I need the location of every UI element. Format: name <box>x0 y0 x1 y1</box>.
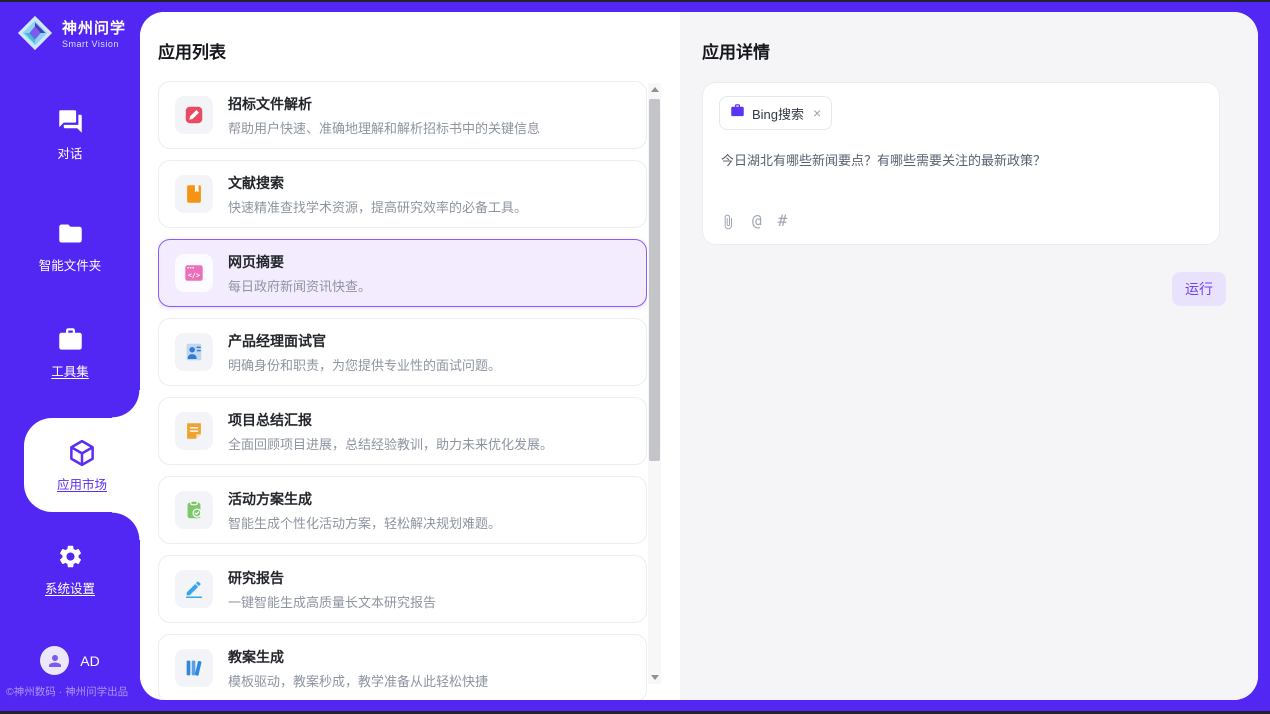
app-card-desc: 明确身份和职责，为您提供专业性的面试问题。 <box>228 355 501 374</box>
app-card-desc: 帮助用户快速、准确地理解和解析招标书中的关键信息 <box>228 118 540 137</box>
toolbox-icon <box>57 326 84 353</box>
app-detail-title: 应用详情 <box>702 38 770 63</box>
folder-icon <box>57 220 84 247</box>
svg-text:</>: </> <box>188 272 200 280</box>
app-card-desc: 智能生成个性化活动方案，轻松解决规划难题。 <box>228 513 501 532</box>
briefcase-icon <box>730 103 745 123</box>
scrollbar-thumb[interactable] <box>649 99 660 461</box>
app-logo: 神州问学 Smart Vision <box>16 14 126 57</box>
app-card[interactable]: 文献搜索快速精准查找学术资源，提高研究效率的必备工具。 <box>158 160 647 228</box>
sidebar-item-label: 应用市场 <box>57 474 107 493</box>
chat-icon <box>57 108 84 135</box>
app-card-desc: 模板驱动，教案秒成，教学准备从此轻松快捷 <box>228 671 488 690</box>
report-note-icon <box>175 412 213 450</box>
book-icon <box>175 175 213 213</box>
sidebar-item-label: 工具集 <box>51 361 89 380</box>
sidebar-item-settings[interactable]: 系统设置 <box>0 543 140 597</box>
app-card-title: 网页摘要 <box>228 252 371 272</box>
app-card[interactable]: 活动方案生成智能生成个性化活动方案，轻松解决规划难题。 <box>158 476 647 544</box>
user-name: AD <box>80 653 99 669</box>
app-card-list: 招标文件解析帮助用户快速、准确地理解和解析招标书中的关键信息文献搜索快速精准查找… <box>158 81 647 700</box>
mention-icon[interactable]: @ <box>752 213 762 231</box>
hash-icon[interactable]: # <box>778 213 788 231</box>
scrollbar-up-icon[interactable] <box>648 83 661 96</box>
prompt-input-card[interactable]: Bing搜索 × 今日湖北有哪些新闻要点？有哪些需要关注的最新政策？ @# <box>702 82 1220 245</box>
tool-tag-label: Bing搜索 <box>752 104 804 123</box>
prompt-text[interactable]: 今日湖北有哪些新闻要点？有哪些需要关注的最新政策？ <box>721 151 1203 171</box>
app-card[interactable]: 研究报告一键智能生成高质量长文本研究报告 <box>158 555 647 623</box>
app-card-title: 招标文件解析 <box>228 94 540 114</box>
scrollbar-down-icon[interactable] <box>648 671 661 684</box>
sidebar: 神州问学 Smart Vision 对话 智能文件夹 工具集 应用市场 <box>0 0 140 714</box>
user-avatar-icon <box>40 646 69 675</box>
gear-icon <box>57 543 84 570</box>
app-card-desc: 每日政府新闻资讯快查。 <box>228 276 371 295</box>
app-detail-pane: 应用详情 Bing搜索 × 今日湖北有哪些新闻要点？有哪些需要关注的最新政策？ … <box>680 12 1258 700</box>
app-card[interactable]: 项目总结汇报全面回顾项目进展，总结经验教训，助力未来优化发展。 <box>158 397 647 465</box>
app-card-desc: 快速精准查找学术资源，提高研究效率的必备工具。 <box>228 197 527 216</box>
browser-code-icon: </> <box>175 254 213 292</box>
app-card[interactable]: 教案生成模板驱动，教案秒成，教学准备从此轻松快捷 <box>158 634 647 700</box>
app-list-pane: 应用列表 招标文件解析帮助用户快速、准确地理解和解析招标书中的关键信息文献搜索快… <box>140 12 680 700</box>
app-card[interactable]: 产品经理面试官明确身份和职责，为您提供专业性的面试问题。 <box>158 318 647 386</box>
prompt-toolbar: @# <box>720 213 787 231</box>
document-edit-icon <box>175 96 213 134</box>
app-card[interactable]: </> 网页摘要每日政府新闻资讯快查。 <box>158 239 647 307</box>
sidebar-item-label: 对话 <box>57 143 82 162</box>
tool-tag-bing-search[interactable]: Bing搜索 × <box>719 96 832 130</box>
sidebar-item-smart-folder[interactable]: 智能文件夹 <box>0 220 140 274</box>
paperclip-icon[interactable] <box>720 214 736 230</box>
app-card-desc: 一键智能生成高质量长文本研究报告 <box>228 592 436 611</box>
run-button[interactable]: 运行 <box>1172 272 1226 306</box>
app-card-title: 产品经理面试官 <box>228 331 501 351</box>
sidebar-item-chat[interactable]: 对话 <box>0 108 140 162</box>
diamond-logo-icon <box>16 14 54 57</box>
main-panel: 应用列表 招标文件解析帮助用户快速、准确地理解和解析招标书中的关键信息文献搜索快… <box>140 12 1258 700</box>
sidebar-footer: ©神州数码 · 神州问学出品 <box>6 684 140 699</box>
sidebar-item-toolset[interactable]: 工具集 <box>0 326 140 380</box>
app-list-title: 应用列表 <box>158 38 226 63</box>
close-icon[interactable]: × <box>813 106 821 120</box>
interview-icon <box>175 333 213 371</box>
app-card-title: 教案生成 <box>228 647 488 667</box>
app-card-desc: 全面回顾项目进展，总结经验教训，助力未来优化发展。 <box>228 434 553 453</box>
app-list-scrollbar[interactable] <box>648 83 661 684</box>
window-top-edge <box>0 0 1270 2</box>
cube-icon <box>67 438 97 468</box>
logo-subtitle: Smart Vision <box>62 40 126 50</box>
app-card-title: 项目总结汇报 <box>228 410 553 430</box>
sidebar-item-label: 智能文件夹 <box>39 255 102 274</box>
books-icon <box>175 649 213 687</box>
clipboard-check-icon <box>175 491 213 529</box>
sidebar-item-app-market[interactable]: 应用市场 <box>24 418 140 512</box>
app-card-title: 研究报告 <box>228 568 436 588</box>
app-card-title: 文献搜索 <box>228 173 527 193</box>
sidebar-item-label: 系统设置 <box>45 578 95 597</box>
user-account[interactable]: AD <box>0 646 140 675</box>
app-card-title: 活动方案生成 <box>228 489 501 509</box>
app-card[interactable]: 招标文件解析帮助用户快速、准确地理解和解析招标书中的关键信息 <box>158 81 647 149</box>
logo-title: 神州问学 <box>62 21 126 38</box>
quill-icon <box>175 570 213 608</box>
